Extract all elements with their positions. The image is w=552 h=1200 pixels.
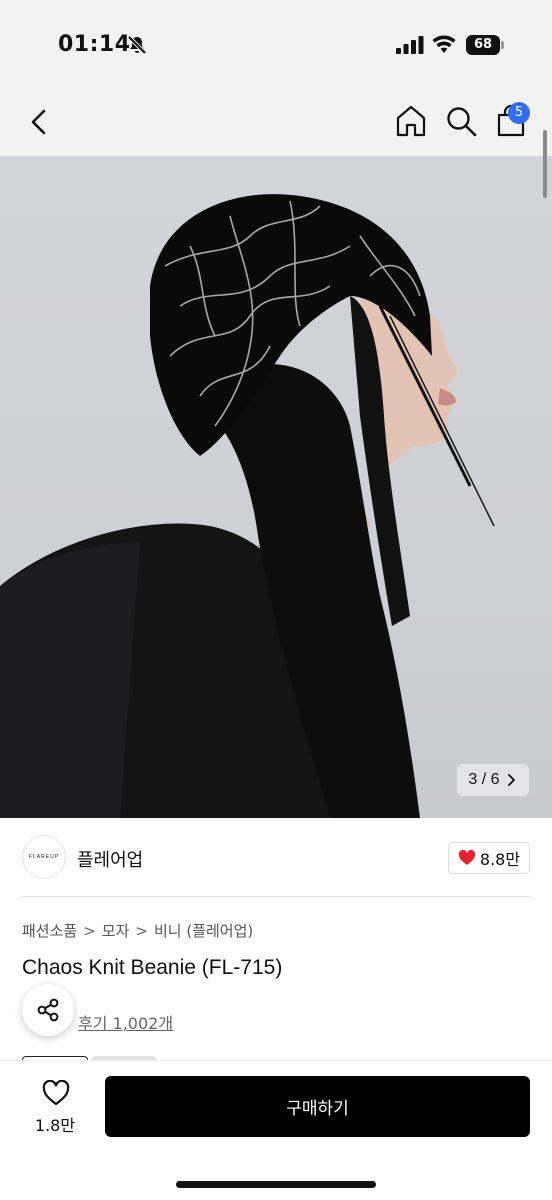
product-image[interactable] bbox=[0, 156, 552, 818]
chevron-right-icon bbox=[507, 774, 515, 786]
divider bbox=[22, 896, 530, 897]
cart-count-badge: 5 bbox=[508, 102, 530, 124]
nav-bar: 5 bbox=[0, 90, 552, 156]
product-photo-illustration bbox=[0, 194, 495, 818]
battery-indicator: 68 bbox=[466, 35, 504, 55]
breadcrumb-item[interactable]: 패션소품 bbox=[22, 920, 77, 941]
breadcrumb: 패션소품 > 모자 > 비니 (플레어업) bbox=[22, 920, 253, 941]
signal-icon bbox=[396, 36, 424, 54]
scroll-indicator[interactable] bbox=[543, 130, 547, 198]
brand-logo[interactable]: FLAREUP bbox=[22, 835, 66, 879]
brand-name[interactable]: 플레어업 bbox=[77, 846, 143, 872]
wishlist-button[interactable]: 1.8만 bbox=[22, 1076, 88, 1136]
image-counter-text: 3 / 6 bbox=[468, 771, 500, 788]
breadcrumb-separator: > bbox=[83, 921, 96, 940]
heart-icon bbox=[42, 1080, 70, 1106]
review-link[interactable]: 후기 1,002개 bbox=[78, 1010, 173, 1034]
home-indicator bbox=[176, 1181, 376, 1188]
home-icon[interactable] bbox=[394, 104, 428, 138]
image-counter[interactable]: 3 / 6 bbox=[457, 764, 529, 796]
product-title: Chaos Knit Beanie (FL-715) bbox=[22, 956, 283, 979]
search-icon[interactable] bbox=[444, 104, 478, 138]
heart-filled-icon bbox=[458, 850, 475, 865]
wishlist-count: 1.8만 bbox=[34, 1116, 76, 1135]
status-time: 01:14 bbox=[58, 32, 131, 57]
bell-muted-icon bbox=[127, 35, 147, 55]
battery-level: 68 bbox=[466, 35, 500, 55]
like-button[interactable]: 8.8만 bbox=[448, 842, 530, 874]
battery-tip bbox=[501, 41, 504, 49]
buy-button[interactable]: 구매하기 bbox=[105, 1076, 530, 1137]
share-button[interactable] bbox=[22, 984, 74, 1036]
breadcrumb-item[interactable]: 모자 bbox=[102, 920, 130, 941]
like-count: 8.8만 bbox=[479, 850, 521, 869]
breadcrumb-item[interactable]: 비니 (플레어업) bbox=[154, 920, 253, 941]
share-icon bbox=[37, 998, 59, 1022]
breadcrumb-separator: > bbox=[135, 921, 148, 940]
back-icon[interactable] bbox=[24, 106, 56, 138]
status-bar: 01:14 68 bbox=[0, 0, 552, 90]
wifi-icon bbox=[432, 35, 456, 53]
